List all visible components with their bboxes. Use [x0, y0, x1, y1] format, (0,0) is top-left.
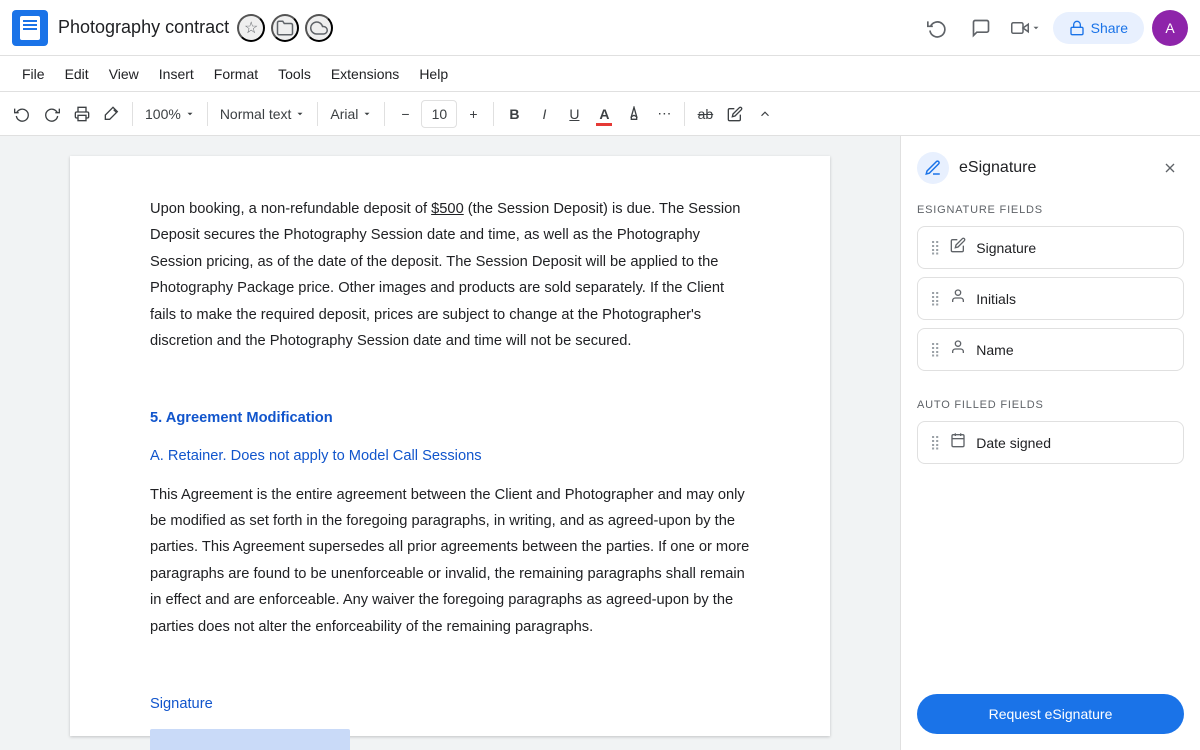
- title-icon-group: ☆: [237, 14, 333, 42]
- zoom-selector[interactable]: 100%: [139, 98, 201, 130]
- paint-format-button[interactable]: [98, 98, 126, 130]
- document-title: Photography contract: [58, 17, 229, 38]
- esig-title-icon: [917, 152, 949, 184]
- undo-button[interactable]: [8, 98, 36, 130]
- agreement-paragraph: This Agreement is the entire agreement b…: [150, 482, 750, 640]
- date-signed-label: Date signed: [976, 435, 1051, 451]
- underline-button[interactable]: U: [560, 98, 588, 130]
- separator-2: [207, 102, 208, 126]
- date-signed-field-item[interactable]: ⣿ Date signed: [917, 421, 1184, 464]
- menu-bar: File Edit View Insert Format Tools Exten…: [0, 56, 1200, 92]
- menu-file[interactable]: File: [12, 62, 55, 86]
- initials-field-icon: [950, 288, 966, 309]
- menu-edit[interactable]: Edit: [55, 62, 99, 86]
- menu-help[interactable]: Help: [409, 62, 458, 86]
- more-options-button[interactable]: ⋯: [650, 98, 678, 130]
- doc-app-icon: [12, 10, 48, 46]
- formatting-toolbar: 100% Normal text Arial − + B I U A ⋯ ab: [0, 92, 1200, 136]
- signature-drag-handle: ⣿: [930, 239, 940, 256]
- document-body: Upon booking, a non-refundable deposit o…: [150, 196, 750, 750]
- document-page: Upon booking, a non-refundable deposit o…: [70, 156, 830, 736]
- auto-fields-label: AUTO FILLED FIELDS: [917, 399, 1184, 411]
- menu-tools[interactable]: Tools: [268, 62, 321, 86]
- initials-drag-handle: ⣿: [930, 290, 940, 307]
- share-button[interactable]: Share: [1053, 12, 1144, 44]
- decrease-font-button[interactable]: −: [391, 98, 419, 130]
- user-avatar[interactable]: A: [1152, 10, 1188, 46]
- signature-field-label: Signature: [976, 240, 1036, 256]
- italic-button[interactable]: I: [530, 98, 558, 130]
- separator-6: [684, 102, 685, 126]
- sectionA-heading: A. Retainer. Does not apply to Model Cal…: [150, 443, 750, 469]
- menu-insert[interactable]: Insert: [149, 62, 204, 86]
- main-layout: Upon booking, a non-refundable deposit o…: [0, 136, 1200, 750]
- menu-view[interactable]: View: [99, 62, 149, 86]
- font-selector[interactable]: Arial: [324, 98, 378, 130]
- menu-format[interactable]: Format: [204, 62, 268, 86]
- deposit-amount: $500: [431, 201, 464, 217]
- font-size-area: − +: [391, 98, 487, 130]
- deposit-paragraph: Upon booking, a non-refundable deposit o…: [150, 196, 750, 354]
- separator-3: [317, 102, 318, 126]
- separator-5: [493, 102, 494, 126]
- print-button[interactable]: [68, 98, 96, 130]
- request-esignature-button[interactable]: Request eSignature: [917, 694, 1184, 734]
- cloud-button[interactable]: [305, 14, 333, 42]
- document-area[interactable]: Upon booking, a non-refundable deposit o…: [0, 136, 900, 750]
- signature-label: Signature: [150, 691, 750, 717]
- history-button[interactable]: [919, 10, 955, 46]
- name-field-label: Name: [976, 342, 1013, 358]
- initials-field-label: Initials: [976, 291, 1016, 307]
- section5-heading: 5. Agreement Modification: [150, 405, 750, 431]
- esig-fields-label: ESIGNATURE FIELDS: [917, 204, 1184, 216]
- esignature-panel: eSignature ESIGNATURE FIELDS ⣿ Signature…: [900, 136, 1200, 750]
- esig-header: eSignature: [917, 152, 1184, 184]
- paint2-button[interactable]: [721, 98, 749, 130]
- name-drag-handle: ⣿: [930, 341, 940, 358]
- name-field-item[interactable]: ⣿ Name: [917, 328, 1184, 371]
- esig-fields-section: ESIGNATURE FIELDS ⣿ Signature ⣿ Initials…: [917, 204, 1184, 379]
- chat-button[interactable]: [963, 10, 999, 46]
- menu-extensions[interactable]: Extensions: [321, 62, 409, 86]
- meet-button[interactable]: [1007, 12, 1045, 44]
- style-selector[interactable]: Normal text: [214, 98, 312, 130]
- expand-button[interactable]: [751, 98, 779, 130]
- redo-button[interactable]: [38, 98, 66, 130]
- separator-1: [132, 102, 133, 126]
- title-bar: Photography contract ☆ Share A: [0, 0, 1200, 56]
- highlight-button[interactable]: [620, 98, 648, 130]
- esig-close-button[interactable]: [1156, 154, 1184, 182]
- share-label: Share: [1091, 20, 1128, 36]
- esig-title: eSignature: [959, 159, 1036, 177]
- name-field-icon: [950, 339, 966, 360]
- font-size-input[interactable]: [421, 100, 457, 128]
- star-button[interactable]: ☆: [237, 14, 265, 42]
- signature-field-icon: [950, 237, 966, 258]
- folder-button[interactable]: [271, 14, 299, 42]
- esig-title-row: eSignature: [917, 152, 1036, 184]
- date-signed-icon: [950, 432, 966, 453]
- signature-field-item[interactable]: ⣿ Signature: [917, 226, 1184, 269]
- bold-button[interactable]: B: [500, 98, 528, 130]
- increase-font-button[interactable]: +: [459, 98, 487, 130]
- separator-4: [384, 102, 385, 126]
- signature-box[interactable]: [150, 729, 350, 750]
- date-drag-handle: ⣿: [930, 434, 940, 451]
- auto-filled-section: AUTO FILLED FIELDS ⣿ Date signed: [917, 399, 1184, 472]
- text-color-button[interactable]: A: [590, 98, 618, 130]
- title-right-actions: Share A: [919, 10, 1188, 46]
- strikethrough-button[interactable]: ab: [691, 98, 719, 130]
- initials-field-item[interactable]: ⣿ Initials: [917, 277, 1184, 320]
